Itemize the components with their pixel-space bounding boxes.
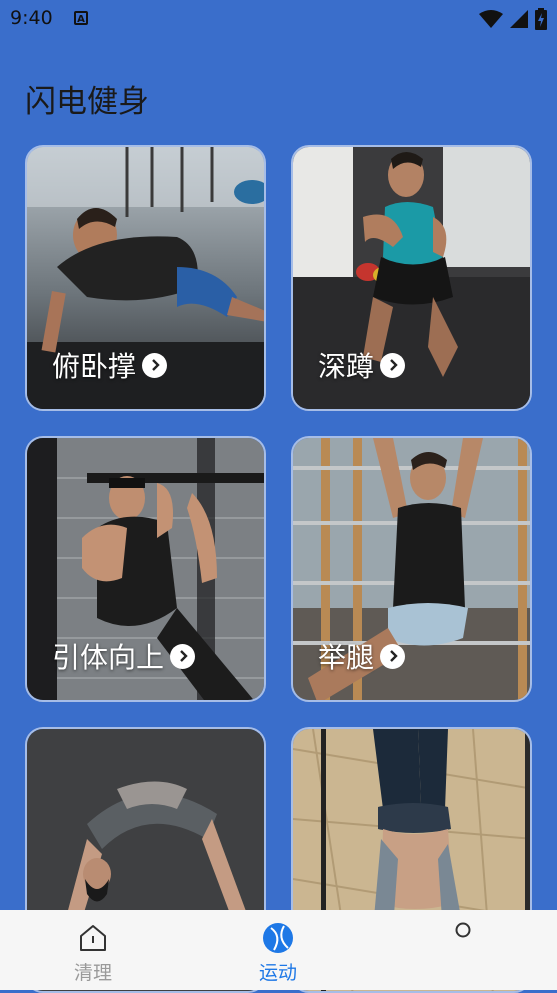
- tab-profile[interactable]: [393, 910, 533, 990]
- wifi-icon: [479, 10, 503, 28]
- bottom-tab-bar: 清理 运动: [0, 910, 557, 990]
- signal-icon: [510, 10, 528, 28]
- tab-sport[interactable]: 运动: [208, 910, 348, 990]
- leg-raise-title: 举腿: [318, 641, 375, 674]
- pullup-title: 引体向上: [52, 641, 165, 674]
- chevron-right-icon: [380, 643, 406, 669]
- exercise-card-pullup[interactable]: 引体向上: [25, 436, 266, 702]
- app-notification-icon: A: [74, 11, 88, 25]
- chevron-right-icon: [170, 643, 196, 669]
- card-label-pushup: 俯卧撑: [52, 345, 168, 385]
- card-label-pullup: 引体向上: [52, 636, 196, 676]
- system-icons: [479, 8, 547, 30]
- exercise-card-pushup[interactable]: 俯卧撑: [25, 145, 266, 411]
- tab-sport-label: 运动: [258, 962, 297, 984]
- pushup-title: 俯卧撑: [52, 350, 137, 383]
- exercise-card-leg-raise[interactable]: 举腿: [291, 436, 532, 702]
- card-label-squat: 深蹲: [318, 345, 406, 385]
- status-bar: 9:40 A: [0, 0, 557, 38]
- squat-title: 深蹲: [318, 350, 375, 383]
- page-title: 闪电健身: [25, 84, 149, 120]
- card-label-leg-raise: 举腿: [318, 636, 406, 676]
- battery-icon: [535, 8, 547, 30]
- tab-clean-label: 清理: [73, 962, 112, 984]
- exercise-card-squat[interactable]: 深蹲: [291, 145, 532, 411]
- home-icon: [80, 925, 106, 951]
- ball-icon: [263, 923, 293, 953]
- chevron-right-icon: [142, 352, 168, 378]
- tab-clean[interactable]: 清理: [23, 910, 163, 990]
- chevron-right-icon: [380, 352, 406, 378]
- circle-icon: [455, 922, 471, 938]
- status-time: 9:40: [10, 7, 53, 29]
